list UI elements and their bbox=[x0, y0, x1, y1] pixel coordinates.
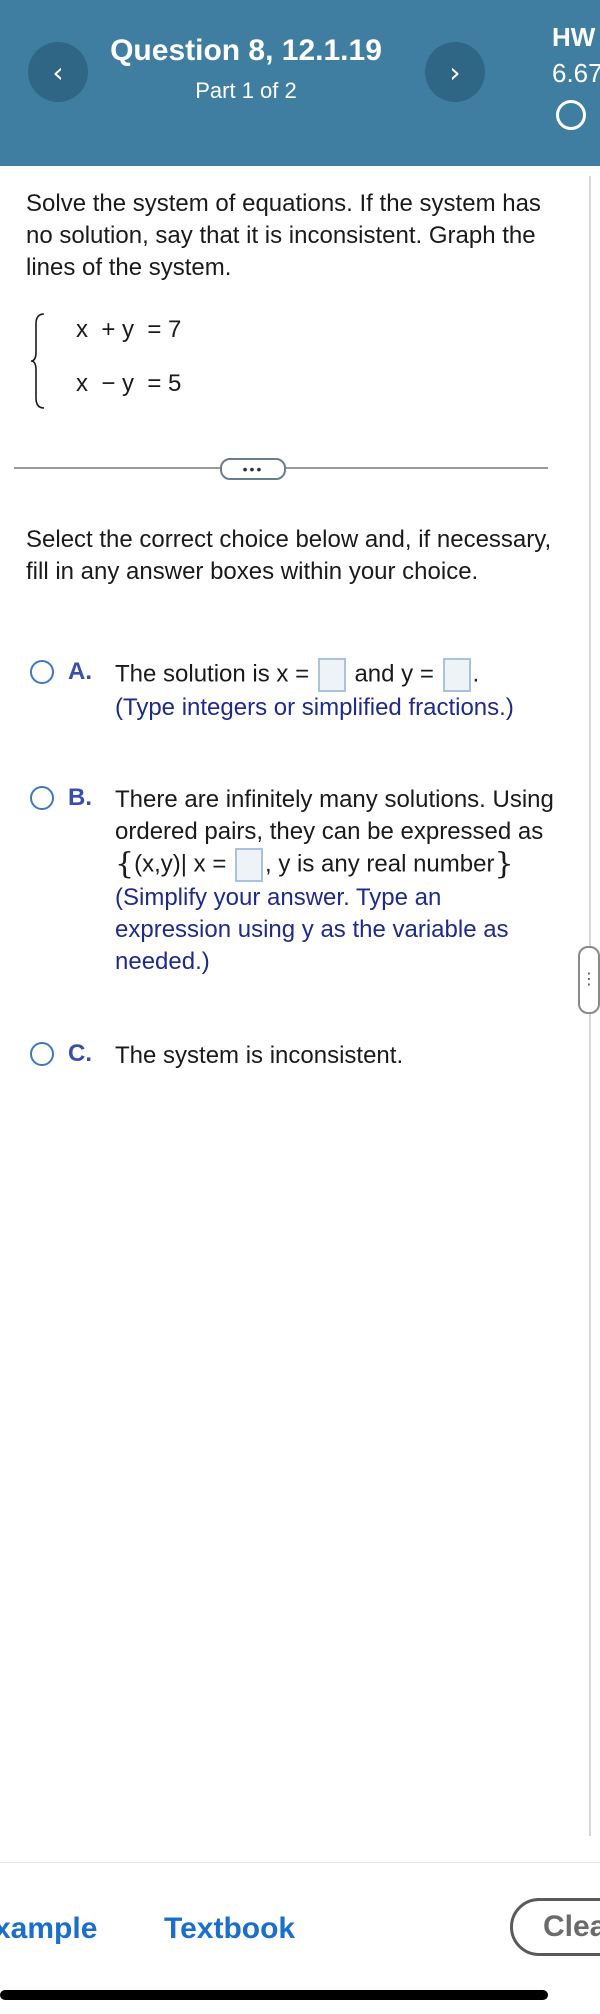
choice-a-text-pre: The solution is x = bbox=[115, 660, 310, 688]
choice-a-letter: A. bbox=[68, 658, 92, 685]
question-header: ‹ Question 8, 12.1.19 Part 1 of 2 › HW 6… bbox=[0, 0, 600, 166]
next-question-button[interactable]: › bbox=[425, 42, 485, 102]
radio-c[interactable] bbox=[30, 1042, 54, 1066]
choice-a-hint: (Type integers or simplified fractions.) bbox=[115, 694, 514, 721]
expand-more-button[interactable]: ••• bbox=[220, 458, 286, 480]
choice-c-letter: C. bbox=[68, 1040, 92, 1067]
choice-a-text-mid: and y = bbox=[354, 660, 434, 688]
homework-label: HW bbox=[552, 22, 596, 52]
choice-c-text: The system is inconsistent. bbox=[115, 1042, 404, 1069]
textbook-link[interactable]: Textbook bbox=[164, 1912, 295, 1946]
equation-2: x − y = 5 bbox=[76, 370, 182, 397]
answer-box-x[interactable] bbox=[317, 658, 346, 692]
choice-b-set-post: , y is any real number bbox=[265, 850, 495, 878]
progress-circle-icon[interactable] bbox=[556, 100, 586, 130]
chevron-right-icon: › bbox=[449, 55, 461, 89]
view-example-link[interactable]: xample bbox=[0, 1912, 97, 1946]
choice-c-body: The system is inconsistent. bbox=[115, 1040, 555, 1072]
previous-question-button[interactable]: ‹ bbox=[28, 42, 88, 102]
homework-score: 6.67 bbox=[552, 58, 600, 88]
home-indicator[interactable] bbox=[0, 1990, 548, 2000]
choice-a-body: The solution is x = and y = . (Type inte… bbox=[115, 658, 555, 724]
page: ‹ Question 8, 12.1.19 Part 1 of 2 › HW 6… bbox=[0, 0, 600, 2014]
ellipsis-icon: ••• bbox=[242, 461, 264, 477]
choice-b-body: There are infinitely many solutions. Usi… bbox=[115, 784, 555, 978]
set-open-brace: { bbox=[115, 846, 135, 882]
choice-b-hint: (Simplify your answer. Type an expressio… bbox=[115, 884, 509, 975]
choice-instructions: Select the correct choice below and, if … bbox=[26, 526, 552, 585]
chevron-left-icon: ‹ bbox=[52, 55, 64, 89]
drag-dots-icon: ⋮ bbox=[581, 971, 597, 988]
left-brace-icon bbox=[30, 313, 45, 409]
set-close-brace: } bbox=[494, 846, 514, 882]
choice-b-text: There are infinitely many solutions. Usi… bbox=[115, 786, 554, 845]
answer-box-x-expression[interactable] bbox=[235, 848, 264, 882]
clear-all-button[interactable]: Clea bbox=[510, 1898, 600, 1956]
question-part: Part 1 of 2 bbox=[195, 78, 297, 103]
question-instructions: Solve the system of equations. If the sy… bbox=[26, 190, 541, 281]
question-title: Question 8, 12.1.19 bbox=[110, 34, 382, 67]
choice-b-set-pre: (x,y)| x = bbox=[134, 850, 227, 878]
pane-resize-handle[interactable]: ⋮ bbox=[578, 946, 600, 1014]
choice-a-text-post: . bbox=[472, 660, 480, 688]
radio-a[interactable] bbox=[30, 660, 54, 684]
answer-box-y[interactable] bbox=[442, 658, 471, 692]
choice-b-letter: B. bbox=[68, 784, 92, 811]
radio-b[interactable] bbox=[30, 786, 54, 810]
equation-1: x + y = 7 bbox=[76, 316, 182, 343]
